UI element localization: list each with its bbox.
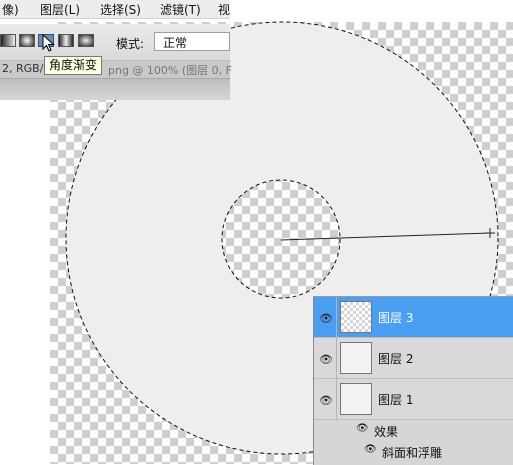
options-bar: 模式: 正常 [0, 24, 230, 61]
menu-layer[interactable]: 图层(L) [40, 1, 80, 18]
effects-label: 效果 [374, 425, 399, 439]
mode-label: 模式: [116, 37, 145, 51]
eye-icon[interactable]: 👁 [364, 444, 377, 455]
menu-image[interactable]: 像) [2, 1, 19, 18]
layer-row-2[interactable]: 👁 图层 2 [314, 338, 513, 379]
radial-gradient-button[interactable] [19, 34, 35, 47]
workspace-background [0, 79, 230, 100]
layer-row-3[interactable]: 👁 图层 3 [314, 297, 513, 338]
reflected-gradient-button[interactable] [58, 34, 74, 47]
visibility-toggle[interactable]: 👁 [314, 338, 337, 378]
tooltip: 角度渐变 [44, 56, 103, 75]
layer-name: 图层 3 [378, 311, 414, 325]
diamond-gradient-button[interactable] [78, 34, 94, 47]
menu-view[interactable]: 视 [218, 1, 230, 18]
layer-thumbnail [340, 383, 372, 415]
mode-value: 正常 [163, 36, 188, 50]
linear-gradient-button[interactable] [0, 34, 16, 47]
bevel-emboss-row[interactable]: 👁 斜面和浮雕 [314, 441, 513, 462]
menu-select[interactable]: 选择(S) [100, 1, 141, 18]
layer-thumbnail [340, 301, 372, 333]
document-tab[interactable]: 2, RGB/ png @ 100% (图层 0, F [0, 61, 232, 79]
document-info-right: png @ 100% (图层 0, F [108, 64, 232, 77]
visibility-toggle[interactable]: 👁 [314, 297, 337, 337]
layer-name: 图层 1 [378, 393, 414, 407]
layer-row-1[interactable]: 👁 图层 1 [314, 379, 513, 420]
mode-select[interactable]: 正常 [154, 32, 230, 51]
menubar: 像) 图层(L) 选择(S) 滤镜(T) 视 [0, 0, 230, 19]
eye-icon: 👁 [319, 312, 333, 325]
layer-name: 图层 2 [378, 352, 414, 366]
mouse-pointer-icon [42, 34, 55, 52]
visibility-toggle[interactable]: 👁 [314, 379, 337, 419]
effect-item-label: 斜面和浮雕 [382, 446, 443, 460]
document-info-left: 2, RGB/ [2, 62, 44, 75]
menu-filter[interactable]: 滤镜(T) [160, 1, 201, 18]
eye-icon[interactable]: 👁 [356, 423, 369, 434]
layers-panel: 👁 图层 3 👁 图层 2 👁 图层 1 👁 效果 👁 斜面和浮雕 [313, 296, 513, 465]
eye-icon: 👁 [319, 394, 333, 407]
eye-icon: 👁 [319, 353, 333, 366]
effects-row[interactable]: 👁 效果 [314, 420, 513, 441]
layer-thumbnail [340, 342, 372, 374]
